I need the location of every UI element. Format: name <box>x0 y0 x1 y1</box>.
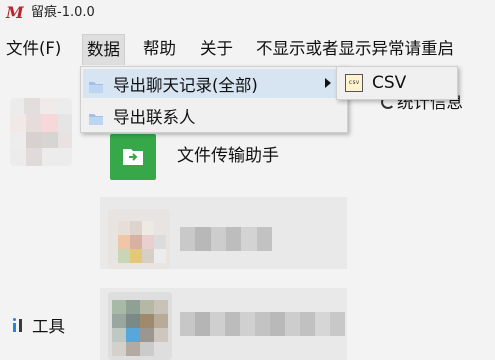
chat-row[interactable] <box>100 288 347 360</box>
avatar <box>108 209 170 269</box>
csv-file-icon: csv <box>345 74 363 92</box>
window-title: 留痕-1.0.0 <box>31 5 95 20</box>
menu-about[interactable]: 关于 <box>200 34 233 64</box>
folder-icon <box>89 78 103 93</box>
menu-bar: 文件(F) 数据 帮助 关于 不显示或者显示异常请重启 <box>0 34 495 65</box>
submenu-item-csv[interactable]: csv CSV <box>341 69 451 97</box>
app-logo: M <box>6 3 24 22</box>
export-submenu: csv CSV <box>336 66 458 100</box>
menu-file[interactable]: 文件(F) <box>6 34 61 64</box>
data-dropdown-menu: 导出聊天记录(全部) 导出联系人 <box>80 66 348 133</box>
title-bar: M 留痕-1.0.0 <box>0 0 495 26</box>
sidebar-item-tools-label: 工具 <box>32 317 65 336</box>
contact-name <box>180 227 272 251</box>
chat-row[interactable] <box>100 197 347 269</box>
avatar <box>108 292 172 360</box>
submenu-arrow-icon <box>325 78 331 88</box>
user-avatar[interactable] <box>10 98 72 166</box>
file-transfer-icon[interactable] <box>110 134 156 180</box>
file-helper-label[interactable]: 文件传输助手 <box>177 143 279 169</box>
menu-restart-notice[interactable]: 不显示或者显示异常请重启 <box>256 34 454 64</box>
menu-item-export-chat-all[interactable]: 导出聊天记录(全部) <box>83 69 345 98</box>
sidebar-item-tools[interactable]: 工具 <box>12 313 65 337</box>
submenu-item-label: CSV <box>372 73 407 93</box>
menu-data[interactable]: 数据 <box>82 34 125 65</box>
contact-name <box>180 312 345 336</box>
menu-help[interactable]: 帮助 <box>143 34 176 64</box>
tools-icon <box>12 317 26 333</box>
menu-item-label: 导出聊天记录(全部) <box>113 75 258 95</box>
menu-item-export-contacts[interactable]: 导出联系人 <box>83 101 345 130</box>
folder-icon <box>89 110 103 125</box>
menu-item-label: 导出联系人 <box>113 107 196 127</box>
